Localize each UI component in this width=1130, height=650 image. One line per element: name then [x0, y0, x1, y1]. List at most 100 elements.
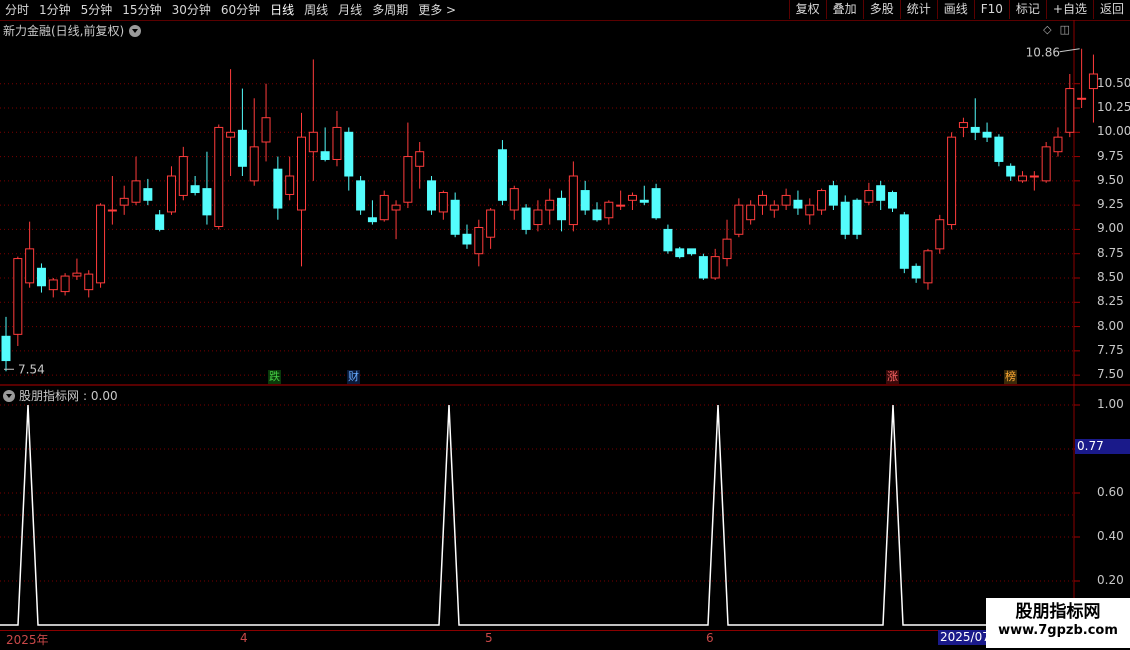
- candle-body: [722, 238, 732, 260]
- candle: [84, 270, 94, 298]
- candle-body: [297, 136, 306, 211]
- indicator-current-value: 0.77: [1075, 439, 1130, 454]
- candle-body: [261, 117, 271, 143]
- indicator-dropdown-icon[interactable]: [3, 389, 15, 402]
- candle-body: [627, 194, 637, 201]
- event-marker-2[interactable]: 涨: [886, 370, 899, 384]
- candle: [616, 190, 626, 210]
- price-tick-label: 8.25: [1097, 294, 1124, 309]
- candle: [817, 188, 827, 215]
- candle-body: [888, 192, 897, 209]
- price-tick-label: 8.00: [1097, 318, 1124, 333]
- candle-body: [462, 233, 472, 245]
- candle: [864, 182, 874, 206]
- candle-body: [308, 131, 318, 153]
- candle: [427, 176, 437, 215]
- price-tick-label: 10.50: [1097, 75, 1130, 90]
- candle-body: [958, 122, 968, 128]
- candle-body: [166, 175, 176, 213]
- price-tick-label: 9.75: [1097, 148, 1124, 163]
- candle: [249, 98, 259, 186]
- watermark-logo: 股朋指标网 www.7gpzb.com: [986, 598, 1130, 648]
- indicator-tick-label: 0.40: [1097, 529, 1124, 543]
- candle: [285, 156, 295, 201]
- candle-body: [320, 151, 330, 160]
- price-tick-label: 10.00: [1097, 124, 1130, 139]
- indicator-tick-label: 0.20: [1097, 573, 1124, 587]
- candle-body: [48, 279, 58, 291]
- candle: [403, 122, 413, 209]
- event-marker-0[interactable]: 跌: [268, 370, 281, 384]
- candle: [687, 248, 697, 256]
- candle-body: [781, 194, 791, 206]
- event-marker-3[interactable]: 榜: [1004, 370, 1017, 384]
- candle-body: [604, 201, 614, 219]
- candle-body: [1053, 136, 1063, 153]
- candle-body: [592, 209, 602, 221]
- date-june: 6: [706, 631, 714, 645]
- chart-canvas[interactable]: 10.86 7.54: [0, 0, 1130, 650]
- candle: [828, 180, 838, 210]
- candle: [793, 190, 803, 215]
- candle-body: [734, 204, 744, 235]
- candle-body: [1029, 175, 1039, 178]
- candle: [876, 180, 886, 210]
- candle: [923, 248, 933, 290]
- date-start: 2025年: [6, 633, 49, 647]
- candle: [367, 200, 377, 225]
- candle: [935, 214, 945, 254]
- candle-body: [710, 256, 720, 279]
- candle: [580, 180, 590, 215]
- indicator-tick-label: 0.60: [1097, 485, 1124, 499]
- watermark-title: 股朋指标网: [1015, 602, 1101, 622]
- candle: [214, 124, 224, 230]
- candle: [639, 185, 649, 206]
- event-marker-1[interactable]: 财: [347, 370, 360, 384]
- candle-body: [769, 204, 779, 211]
- candle-body: [828, 185, 838, 206]
- candle-body: [143, 188, 153, 201]
- candle: [320, 127, 330, 162]
- date-april: 4: [240, 631, 248, 645]
- candle-body: [403, 156, 413, 203]
- candle-body: [84, 273, 94, 291]
- candle: [852, 198, 862, 240]
- date-axis: [0, 630, 1074, 647]
- candle: [497, 140, 507, 206]
- candle: [888, 190, 897, 212]
- candle: [60, 273, 70, 296]
- candle-body: [639, 199, 649, 203]
- candle-body: [356, 180, 366, 211]
- candle-body: [935, 219, 945, 250]
- candle: [72, 258, 82, 280]
- candle: [734, 198, 744, 238]
- candle: [273, 156, 283, 220]
- candle-body: [947, 136, 957, 226]
- candle-body: [237, 129, 247, 167]
- candle: [509, 185, 519, 220]
- candle: [119, 185, 129, 215]
- candle: [604, 200, 614, 225]
- candle: [297, 112, 306, 267]
- candle-body: [663, 228, 673, 252]
- candle-body: [899, 214, 909, 269]
- candle-body: [521, 207, 531, 230]
- candle-body: [72, 272, 82, 277]
- price-tick-label: 9.25: [1097, 197, 1124, 212]
- candle-body: [970, 126, 980, 133]
- candle: [107, 176, 117, 225]
- candle-body: [190, 185, 200, 194]
- candle: [261, 83, 271, 162]
- candle: [722, 219, 732, 267]
- high-arrow: [1059, 48, 1080, 53]
- candle: [557, 190, 567, 232]
- candle-body: [982, 131, 992, 138]
- low-price-label: 7.54: [18, 362, 45, 376]
- price-tick-label: 9.50: [1097, 172, 1124, 187]
- candle-body: [202, 188, 212, 216]
- candle-body: [249, 146, 259, 182]
- candle: [143, 178, 153, 206]
- candle-body: [509, 188, 519, 211]
- candle-body: [1, 335, 11, 362]
- price-tick-label: 8.50: [1097, 270, 1124, 284]
